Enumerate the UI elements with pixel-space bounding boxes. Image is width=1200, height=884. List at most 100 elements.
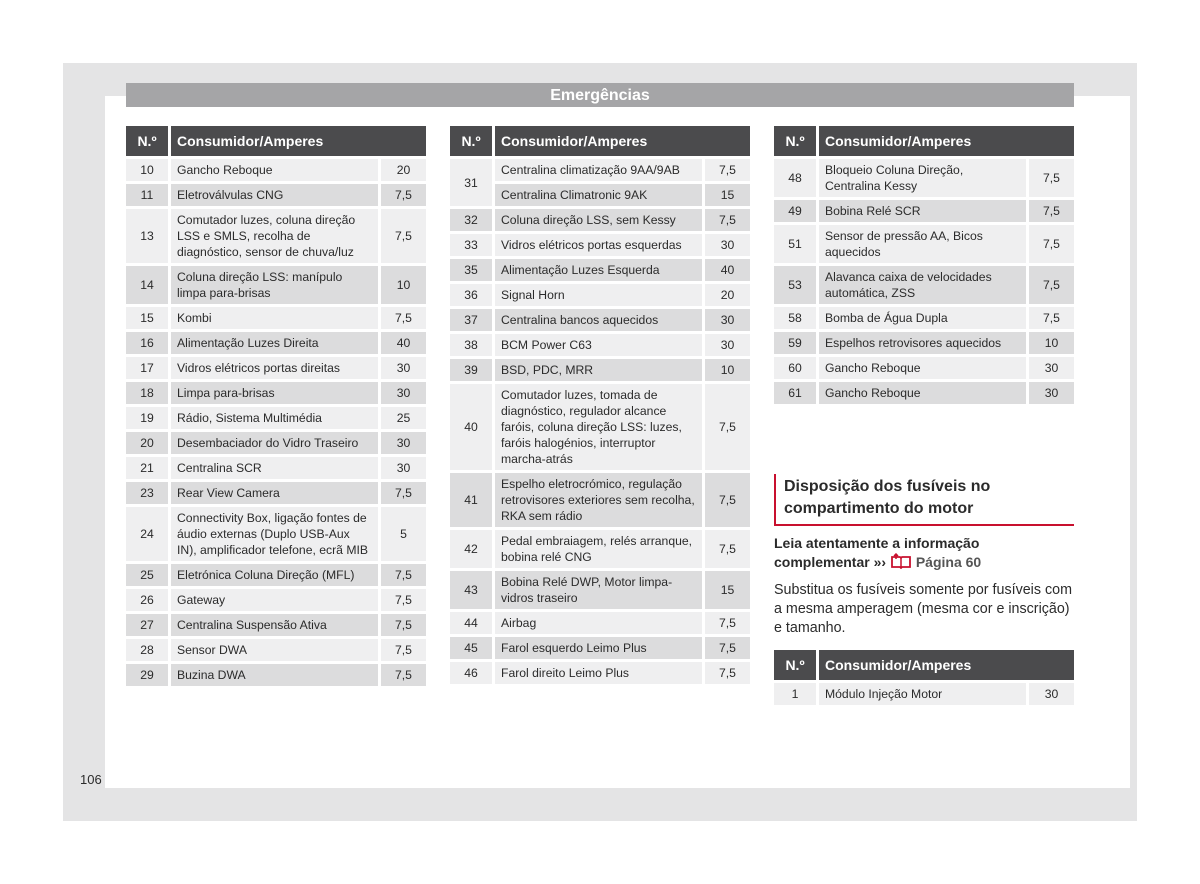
fuse-consumer: Eletroválvulas CNG xyxy=(171,184,381,209)
book-reference-icon xyxy=(890,552,912,574)
table-row: 51 Sensor de pressão AA, Bicos aquecidos 7… xyxy=(774,225,1074,266)
fuse-number: 44 xyxy=(450,612,495,637)
section-heading: Disposição dos fusíveis no compartimento… xyxy=(774,474,1074,526)
page-reference-link[interactable]: Página 60 xyxy=(916,554,981,570)
fuse-consumer: Limpa para-brisas xyxy=(171,382,381,407)
table-row: 59 Espelhos retrovisores aquecidos 10 xyxy=(774,332,1074,357)
table-row: 25 Eletrónica Coluna Direção (MFL) 7,5 xyxy=(126,564,426,589)
table-row: 29 Buzina DWA 7,5 xyxy=(126,664,426,689)
table-row: 38 BCM Power C63 30 xyxy=(450,334,750,359)
fuse-number: 27 xyxy=(126,614,171,639)
table-row: 16 Alimentação Luzes Direita 40 xyxy=(126,332,426,357)
table-row: 33 Vidros elétricos portas esquerdas 30 xyxy=(450,234,750,259)
table-row: 53 Alavanca caixa de velocidades automáti… xyxy=(774,266,1074,307)
fuse-consumer: Coluna direção LSS, sem Kessy xyxy=(495,209,705,234)
fuse-amperage: 20 xyxy=(381,159,426,184)
fuse-table-2: N.º Consumidor/Amperes 31 Centralina climat… xyxy=(450,126,750,687)
reference-note: Leia atentamente a informação complement… xyxy=(774,534,1074,574)
fuse-amperage: 7,5 xyxy=(705,530,750,571)
fuse-number: 51 xyxy=(774,225,819,266)
fuse-number: 41 xyxy=(450,473,495,530)
fuse-consumer: Alimentação Luzes Esquerda xyxy=(495,259,705,284)
table-row: 44 Airbag 7,5 xyxy=(450,612,750,637)
fuse-amperage: 30 xyxy=(705,309,750,334)
fuse-amperage: 7,5 xyxy=(381,564,426,589)
table-row: 1 Módulo Injeção Motor 30 xyxy=(774,683,1074,708)
fuse-consumer: Centralina Suspensão Ativa xyxy=(171,614,381,639)
fuse-number: 20 xyxy=(126,432,171,457)
fuse-consumer: Vidros elétricos portas direitas xyxy=(171,357,381,382)
fuse-amperage: 10 xyxy=(381,266,426,307)
fuse-consumer: Centralina bancos aquecidos xyxy=(495,309,705,334)
fuse-consumer: Gancho Reboque xyxy=(819,357,1029,382)
fuse-consumer: Signal Horn xyxy=(495,284,705,309)
fuse-consumer: Bobina Relé SCR xyxy=(819,200,1029,225)
fuse-consumer: Espelhos retrovisores aquecidos xyxy=(819,332,1029,357)
fuse-amperage: 7,5 xyxy=(381,614,426,639)
fuse-amperage: 7,5 xyxy=(381,664,426,689)
table-row: 28 Sensor DWA 7,5 xyxy=(126,639,426,664)
table-row: 46 Farol direito Leimo Plus 7,5 xyxy=(450,662,750,687)
fuse-consumer: BCM Power C63 xyxy=(495,334,705,359)
fuse-consumer: Vidros elétricos portas esquerdas xyxy=(495,234,705,259)
table-row: 32 Coluna direção LSS, sem Kessy 7,5 xyxy=(450,209,750,234)
fuse-consumer: Farol direito Leimo Plus xyxy=(495,662,705,687)
table-row: 31 Centralina climatização 9AA/9AB 7,5 xyxy=(450,159,750,209)
fuse-amperage: 20 xyxy=(705,284,750,309)
fuse-amperage: 7,5 xyxy=(381,184,426,209)
table-row: 20 Desembaciador do Vidro Traseiro 30 xyxy=(126,432,426,457)
fuse-number: 21 xyxy=(126,457,171,482)
fuse-amperage: 7,5 xyxy=(705,473,750,530)
fuse-number: 28 xyxy=(126,639,171,664)
fuse-amperage: 30 xyxy=(381,457,426,482)
fuse-consumer: Alimentação Luzes Direita xyxy=(171,332,381,357)
fuse-amperage: 7,5 xyxy=(1029,307,1074,332)
fuse-number: 26 xyxy=(126,589,171,614)
fuse-consumer: Connectivity Box, ligação fontes de áudi… xyxy=(171,507,381,564)
fuse-number: 46 xyxy=(450,662,495,687)
column-header-consumer: Consumidor/Amperes xyxy=(819,126,1074,159)
fuse-amperage: 7,5 xyxy=(1029,225,1074,266)
fuse-amperage: 7,5 xyxy=(1029,159,1074,200)
fuse-number: 29 xyxy=(126,664,171,689)
fuse-amperage: 7,5 xyxy=(705,662,750,687)
fuse-number: 25 xyxy=(126,564,171,589)
fuse-table-engine: N.º Consumidor/Amperes 1 Módulo Injeção Mot… xyxy=(774,650,1074,708)
fuse-amperage: 30 xyxy=(1029,382,1074,407)
column-header-consumer: Consumidor/Amperes xyxy=(495,126,750,159)
fuse-number: 40 xyxy=(450,384,495,473)
fuse-amperage: 7,5 xyxy=(381,482,426,507)
fuse-amperage: 40 xyxy=(381,332,426,357)
table-row: 48 Bloqueio Coluna Direção, Centralina Ke… xyxy=(774,159,1074,200)
table-row: 45 Farol esquerdo Leimo Plus 7,5 xyxy=(450,637,750,662)
fuse-amperage: 40 xyxy=(705,259,750,284)
fuse-amperage: 10 xyxy=(705,359,750,384)
fuse-amperage: 15 xyxy=(705,571,750,612)
fuse-consumer: Bobina Relé DWP, Motor limpa-vidros tras… xyxy=(495,571,705,612)
fuse-amperage: 30 xyxy=(381,382,426,407)
table-row: 17 Vidros elétricos portas direitas 30 xyxy=(126,357,426,382)
section-banner: Emergências xyxy=(126,83,1074,107)
fuse-amperage: 7,5 xyxy=(381,307,426,332)
fuse-amperage: 30 xyxy=(381,432,426,457)
fuse-consumer: Comutador luzes, tomada de diagnóstico, … xyxy=(495,384,705,473)
fuse-number: 1 xyxy=(774,683,819,708)
table-row: 40 Comutador luzes, tomada de diagnóstico… xyxy=(450,384,750,473)
fuse-number: 60 xyxy=(774,357,819,382)
fuse-consumer: Gancho Reboque xyxy=(171,159,381,184)
fuse-amperage: 7,5 xyxy=(705,637,750,662)
table-row: 58 Bomba de Água Dupla 7,5 xyxy=(774,307,1074,332)
fuse-amperage: 7,5 xyxy=(705,159,750,184)
table-row: 14 Coluna direção LSS: manípulo limpa par… xyxy=(126,266,426,307)
fuse-amperage: 7,5 xyxy=(381,209,426,266)
table-row: 23 Rear View Camera 7,5 xyxy=(126,482,426,507)
table-row: 18 Limpa para-brisas 30 xyxy=(126,382,426,407)
column-header-consumer: Consumidor/Amperes xyxy=(819,650,1074,683)
table-row: 26 Gateway 7,5 xyxy=(126,589,426,614)
table-row: 13 Comutador luzes, coluna direção LSS e … xyxy=(126,209,426,266)
fuse-number: 39 xyxy=(450,359,495,384)
fuse-number: 15 xyxy=(126,307,171,332)
fuse-number: 59 xyxy=(774,332,819,357)
table-row: 42 Pedal embraiagem, relés arranque, bobi… xyxy=(450,530,750,571)
fuse-number: 36 xyxy=(450,284,495,309)
